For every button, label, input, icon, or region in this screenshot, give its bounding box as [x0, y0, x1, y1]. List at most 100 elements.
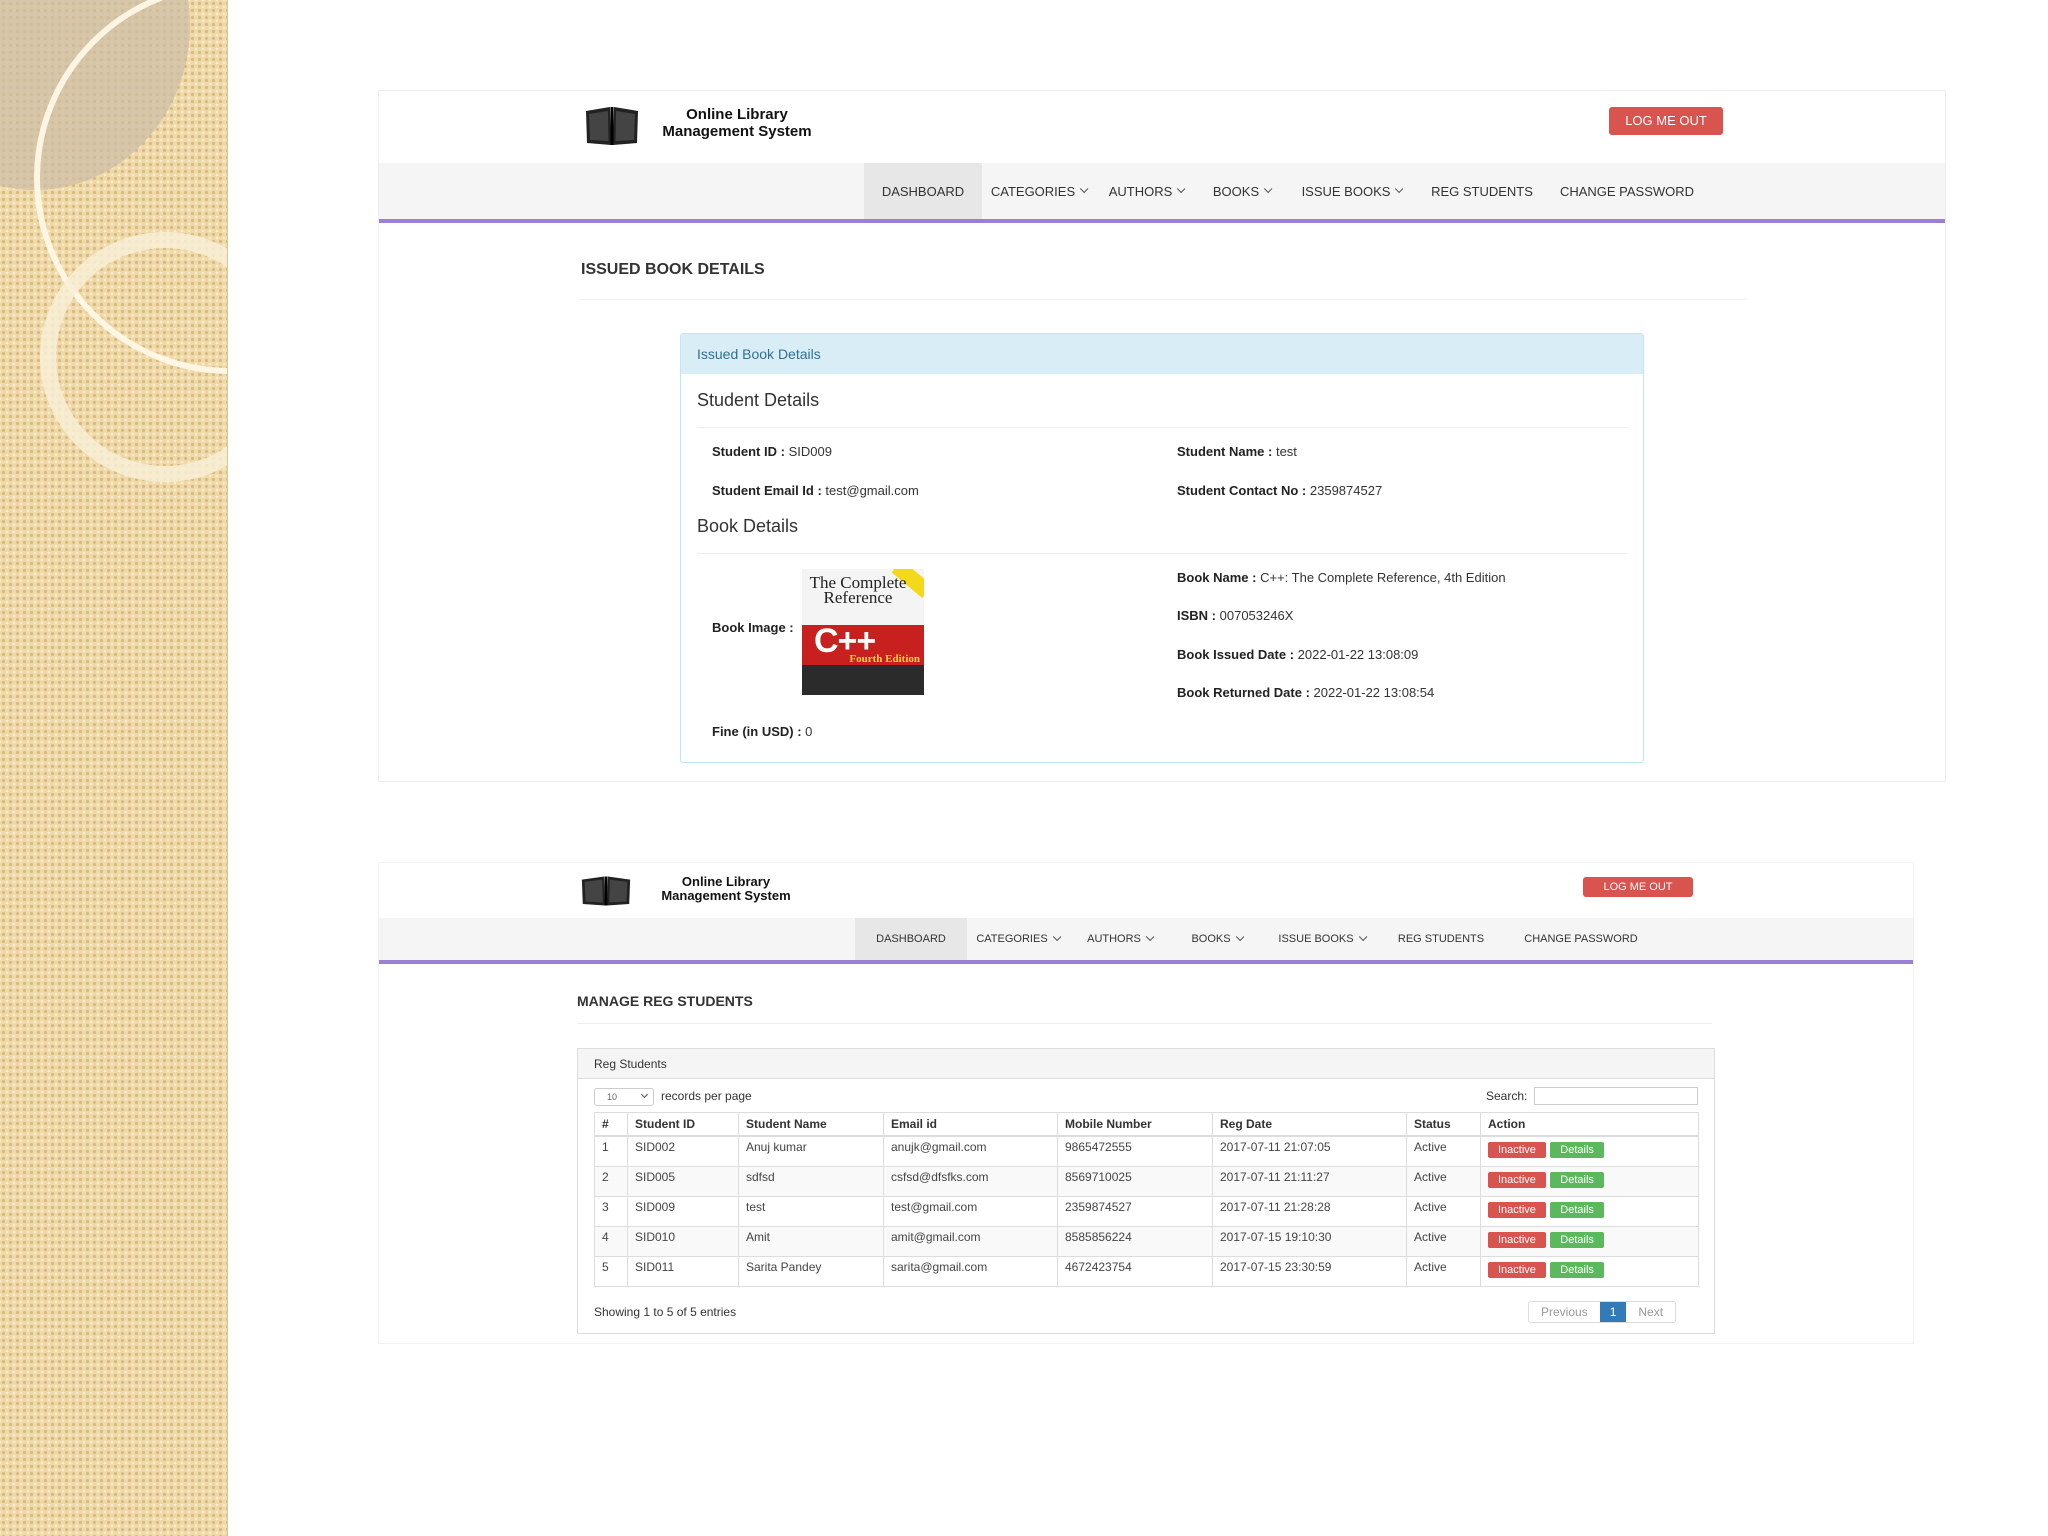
nav-change-password-label: CHANGE PASSWORD [1559, 183, 1695, 199]
nav-categories[interactable]: CATEGORIES [982, 163, 1094, 219]
returned-date-label: Book Returned Date : [1177, 685, 1310, 700]
nav-dashboard[interactable]: DASHBOARD [855, 918, 967, 960]
reg-date-cell: 2017-07-15 23:30:59 [1212, 1255, 1407, 1287]
column-header[interactable]: Mobile Number [1057, 1112, 1213, 1137]
nav-authors[interactable]: AUTHORS [1094, 163, 1197, 219]
status-cell: Active [1406, 1195, 1481, 1227]
column-header[interactable]: Reg Date [1212, 1112, 1407, 1137]
logout-button[interactable]: LOG ME OUT [1609, 107, 1723, 135]
nav-books-label: BOOKS [1212, 183, 1260, 199]
email-cell: amit@gmail.com [883, 1225, 1058, 1257]
column-header[interactable]: Email id [883, 1112, 1058, 1137]
records-per-page-label: records per page [661, 1089, 752, 1103]
nav-authors[interactable]: AUTHORS [1067, 918, 1171, 960]
pagination: Previous 1 Next [1528, 1301, 1677, 1323]
inactive-button[interactable]: Inactive [1488, 1171, 1546, 1188]
column-header[interactable]: Student ID [627, 1112, 739, 1137]
action-cell: Inactive Details [1480, 1225, 1699, 1257]
inactive-button[interactable]: Inactive [1488, 1231, 1546, 1248]
student-name-cell: Sarita Pandey [738, 1255, 884, 1287]
nav-change-password[interactable]: CHANGE PASSWORD [1547, 163, 1707, 219]
nav-issue-books[interactable]: ISSUE BOOKS [1285, 163, 1417, 219]
student-name-cell: Anuj kumar [738, 1135, 884, 1167]
status-cell: Active [1406, 1135, 1481, 1167]
panel-heading: Reg Students [578, 1049, 1714, 1079]
nav-dashboard[interactable]: DASHBOARD [864, 163, 982, 219]
inactive-button[interactable]: Inactive [1488, 1142, 1546, 1158]
nav-dashboard-label: DASHBOARD [876, 933, 946, 945]
nav-issue-books[interactable]: ISSUE BOOKS [1261, 918, 1381, 960]
page-size-select[interactable]: 10 [594, 1088, 654, 1106]
pagination-previous[interactable]: Previous [1529, 1302, 1600, 1322]
student-name-label: Student Name : [1177, 444, 1273, 459]
details-button[interactable]: Details [1550, 1201, 1604, 1218]
details-button[interactable]: Details [1550, 1142, 1604, 1158]
chevron-down-icon [1080, 184, 1089, 194]
chevron-down-icon [640, 1090, 649, 1099]
details-button[interactable]: Details [1550, 1171, 1604, 1188]
student-id-label: Student ID : [712, 444, 785, 459]
nav-reg-students[interactable]: REG STUDENTS [1417, 163, 1547, 219]
decorative-side-strip [0, 0, 228, 1536]
reg-date-cell: 2017-07-11 21:28:28 [1212, 1195, 1407, 1227]
table-row: 4 SID010 Amit amit@gmail.com 8585856224 … [594, 1225, 1699, 1257]
details-button[interactable]: Details [1550, 1231, 1604, 1248]
fine-field: Fine (in USD) : 0 [712, 724, 812, 739]
students-table: # Student ID Student Name Email id Mobil… [594, 1112, 1699, 1287]
column-header[interactable]: # [594, 1112, 628, 1137]
student-name-cell: test [738, 1195, 884, 1227]
row-number: 2 [594, 1165, 628, 1197]
book-name-label: Book Name : [1177, 570, 1257, 585]
chevron-down-icon [1358, 932, 1367, 942]
details-button[interactable]: Details [1550, 1261, 1604, 1278]
reg-students-panel: Reg Students 10 records per page Search:… [577, 1048, 1715, 1334]
nav-books[interactable]: BOOKS [1171, 918, 1261, 960]
nav-reg-students[interactable]: REG STUDENTS [1381, 918, 1501, 960]
app-title-line2: Management System [662, 122, 812, 140]
nav-reg-students-label: REG STUDENTS [1431, 183, 1533, 199]
student-id-cell: SID011 [627, 1255, 739, 1287]
manage-students-screenshot: Online Library Management System LOG ME … [378, 862, 1914, 1344]
pagination-page[interactable]: 1 [1599, 1302, 1627, 1322]
nav-change-password[interactable]: CHANGE PASSWORD [1501, 918, 1661, 960]
chevron-down-icon [1052, 932, 1062, 942]
book-logo-icon [586, 107, 638, 145]
student-id-value: SID009 [788, 444, 832, 459]
student-id-cell: SID002 [627, 1135, 739, 1167]
pagination-next[interactable]: Next [1626, 1302, 1675, 1322]
app-title: Online Library Management System [647, 106, 827, 140]
table-row: 5 SID011 Sarita Pandey sarita@gmail.com … [594, 1255, 1699, 1287]
column-header[interactable]: Action [1480, 1112, 1699, 1137]
nav-authors-label: AUTHORS [1087, 933, 1141, 945]
issued-book-screenshot: Online Library Management System LOG ME … [378, 90, 1946, 782]
search-input[interactable] [1534, 1087, 1698, 1105]
chevron-down-icon [1145, 932, 1155, 942]
inactive-button[interactable]: Inactive [1488, 1201, 1546, 1218]
issued-date-value: 2022-01-22 13:08:09 [1297, 647, 1419, 662]
reg-date-cell: 2017-07-15 19:10:30 [1212, 1225, 1407, 1257]
inactive-button[interactable]: Inactive [1488, 1261, 1546, 1278]
logout-button[interactable]: LOG ME OUT [1583, 877, 1693, 897]
chevron-down-icon [1395, 184, 1404, 194]
email-cell: anujk@gmail.com [883, 1135, 1058, 1167]
action-cell: Inactive Details [1480, 1195, 1699, 1227]
mobile-cell: 4672423754 [1057, 1255, 1213, 1287]
page-title: ISSUED BOOK DETAILS [581, 261, 765, 278]
email-cell: sarita@gmail.com [883, 1255, 1058, 1287]
column-header[interactable]: Status [1406, 1112, 1481, 1137]
status-cell: Active [1406, 1225, 1481, 1257]
row-number: 3 [594, 1195, 628, 1227]
student-email-label: Student Email Id : [712, 483, 822, 498]
column-header[interactable]: Student Name [738, 1112, 884, 1137]
book-logo-icon [581, 876, 631, 906]
table-row: 2 SID005 sdfsd csfsd@dfsfks.com 85697100… [594, 1165, 1699, 1197]
student-id-field: Student ID : SID009 [712, 444, 832, 459]
student-email-value: test@gmail.com [825, 483, 919, 498]
nav-books[interactable]: BOOKS [1197, 163, 1285, 219]
returned-date-field: Book Returned Date : 2022-01-22 13:08:54 [1177, 685, 1434, 700]
nav-categories[interactable]: CATEGORIES [967, 918, 1067, 960]
action-cell: Inactive Details [1480, 1165, 1699, 1197]
mobile-cell: 8585856224 [1057, 1225, 1213, 1257]
table-header-row: # Student ID Student Name Email id Mobil… [594, 1112, 1699, 1137]
book-cover-edition: Fourth Edition [849, 653, 920, 665]
